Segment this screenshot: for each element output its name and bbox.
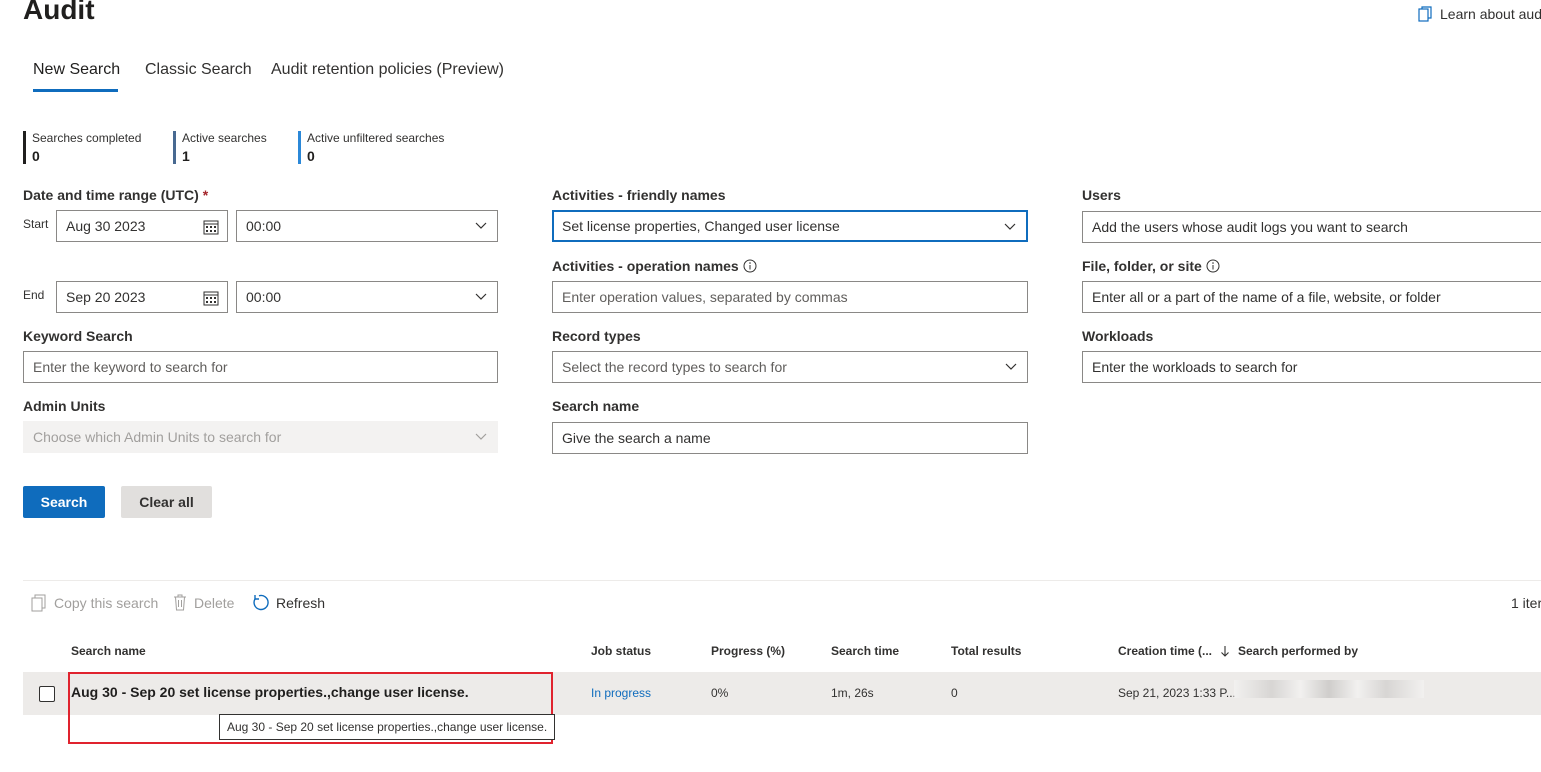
end-label: End xyxy=(23,288,45,302)
row-checkbox[interactable] xyxy=(39,686,55,702)
required-mark: * xyxy=(202,187,209,203)
active-tab-indicator xyxy=(33,89,118,92)
date-range-label-text: Date and time range (UTC) xyxy=(23,187,199,203)
column-header-search-time[interactable]: Search time xyxy=(831,644,899,658)
stat-label: Active searches xyxy=(182,131,267,145)
clear-all-button[interactable]: Clear all xyxy=(121,486,212,518)
keyword-search-input[interactable]: Enter the keyword to search for xyxy=(23,351,498,383)
column-header-total-results[interactable]: Total results xyxy=(951,644,1021,658)
record-types-placeholder: Select the record types to search for xyxy=(562,359,787,375)
chevron-down-icon xyxy=(1004,223,1016,230)
refresh-button[interactable]: Refresh xyxy=(252,594,325,611)
file-folder-site-input[interactable]: Enter all or a part of the name of a fil… xyxy=(1082,281,1541,313)
users-label: Users xyxy=(1082,187,1121,203)
copy-search-label: Copy this search xyxy=(54,595,159,611)
chevron-down-icon xyxy=(1005,363,1017,370)
activities-operation-label: Activities - operation names xyxy=(552,258,757,274)
stat-bar xyxy=(173,131,176,164)
stat-value: 0 xyxy=(32,148,40,164)
admin-units-label: Admin Units xyxy=(23,398,106,414)
record-types-dropdown[interactable]: Select the record types to search for xyxy=(552,351,1028,383)
calendar-icon[interactable] xyxy=(203,290,219,306)
divider xyxy=(23,580,1541,581)
row-creation-time: Sep 21, 2023 1:33 P... xyxy=(1118,686,1236,700)
chevron-down-icon xyxy=(475,293,487,300)
chevron-down-icon xyxy=(475,222,487,229)
info-icon[interactable] xyxy=(1206,259,1220,273)
stat-bar xyxy=(23,131,26,164)
delete-button[interactable]: Delete xyxy=(173,594,234,611)
search-name-label: Search name xyxy=(552,398,640,414)
users-input[interactable]: Add the users whose audit logs you want … xyxy=(1082,211,1541,243)
admin-units-placeholder: Choose which Admin Units to search for xyxy=(33,429,282,445)
activities-operation-input[interactable]: Enter operation values, separated by com… xyxy=(552,281,1028,313)
tab-new-search[interactable]: New Search xyxy=(33,61,120,79)
page-title: Audit xyxy=(23,0,95,25)
workloads-dropdown[interactable]: Enter the workloads to search for xyxy=(1082,351,1541,383)
delete-label: Delete xyxy=(194,594,235,611)
row-search-time: 1m, 26s xyxy=(831,686,874,700)
search-button[interactable]: Search xyxy=(23,486,105,518)
end-date-picker[interactable]: Sep 20 2023 xyxy=(56,281,228,313)
info-icon[interactable] xyxy=(743,259,757,273)
end-date-value: Sep 20 2023 xyxy=(66,289,146,305)
workloads-placeholder: Enter the workloads to search for xyxy=(1092,359,1298,375)
keyword-search-label: Keyword Search xyxy=(23,328,133,344)
column-header-performed-by[interactable]: Search performed by xyxy=(1238,644,1358,658)
column-header-search-name[interactable]: Search name xyxy=(71,644,146,658)
copy-search-button[interactable]: Copy this search xyxy=(31,594,158,612)
stat-active-unfiltered: Active unfiltered searches 0 xyxy=(298,131,444,164)
search-name-input[interactable]: Give the search a name xyxy=(552,422,1028,454)
stat-label: Active unfiltered searches xyxy=(307,131,445,145)
calendar-icon[interactable] xyxy=(203,219,219,235)
stat-label: Searches completed xyxy=(32,131,142,145)
file-folder-site-label-text: File, folder, or site xyxy=(1082,258,1202,274)
tab-retention-policies[interactable]: Audit retention policies (Preview) xyxy=(271,61,504,79)
copy-icon xyxy=(31,594,46,612)
stat-active-searches: Active searches 1 xyxy=(173,131,267,164)
stat-bar xyxy=(298,131,301,164)
date-range-label: Date and time range (UTC) * xyxy=(23,187,208,203)
trash-icon xyxy=(174,594,186,611)
refresh-icon xyxy=(253,594,269,611)
start-time-dropdown[interactable]: 00:00 xyxy=(236,210,498,242)
file-folder-site-label: File, folder, or site xyxy=(1082,258,1220,274)
learn-link-label: Learn about aud xyxy=(1440,6,1541,22)
activities-friendly-value: Set license properties, Changed user lic… xyxy=(562,218,840,234)
column-header-creation-time[interactable]: Creation time (... xyxy=(1118,644,1230,658)
stat-searches-completed: Searches completed 0 xyxy=(23,131,141,164)
creation-time-header-label: Creation time (... xyxy=(1118,644,1213,658)
item-count: 1 iter xyxy=(1511,595,1541,611)
stat-value: 0 xyxy=(307,148,315,164)
refresh-label: Refresh xyxy=(276,594,326,611)
activities-friendly-label: Activities - friendly names xyxy=(552,187,726,203)
row-progress: 0% xyxy=(711,686,729,700)
document-icon xyxy=(1418,6,1432,22)
record-types-label: Record types xyxy=(552,328,641,344)
row-job-status[interactable]: In progress xyxy=(591,686,651,700)
end-time-dropdown[interactable]: 00:00 xyxy=(236,281,498,313)
activities-friendly-dropdown[interactable]: Set license properties, Changed user lic… xyxy=(552,210,1028,242)
column-header-progress[interactable]: Progress (%) xyxy=(711,644,785,658)
learn-link[interactable]: Learn about aud xyxy=(1418,6,1541,22)
chevron-down-icon xyxy=(475,433,487,440)
start-date-value: Aug 30 2023 xyxy=(66,218,146,234)
stat-value: 1 xyxy=(182,148,190,164)
admin-units-dropdown[interactable]: Choose which Admin Units to search for xyxy=(23,421,498,453)
row-total-results: 0 xyxy=(951,686,958,700)
tab-classic-search[interactable]: Classic Search xyxy=(145,61,252,79)
redacted-user xyxy=(1234,680,1424,698)
tooltip: Aug 30 - Sep 20 set license properties.,… xyxy=(219,714,556,740)
end-time-value: 00:00 xyxy=(246,289,282,305)
start-date-picker[interactable]: Aug 30 2023 xyxy=(56,210,228,242)
sort-descending-icon xyxy=(1221,646,1229,657)
start-label: Start xyxy=(23,217,49,231)
start-time-value: 00:00 xyxy=(246,218,282,234)
activities-operation-label-text: Activities - operation names xyxy=(552,258,739,274)
workloads-label: Workloads xyxy=(1082,328,1154,344)
column-header-job-status[interactable]: Job status xyxy=(591,644,651,658)
